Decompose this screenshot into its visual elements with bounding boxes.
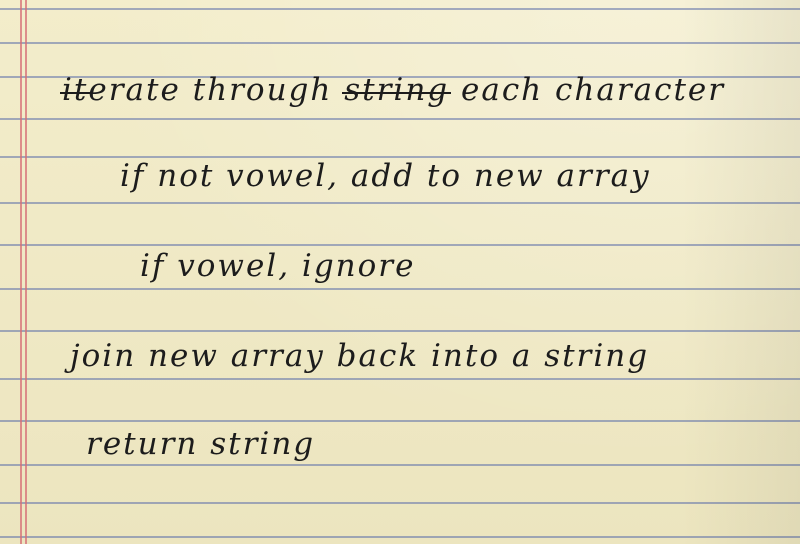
ruled-line — [0, 202, 800, 204]
note-text: each character — [449, 72, 726, 108]
ruled-line — [0, 330, 800, 332]
crossed-out-text: it — [59, 72, 91, 108]
ruled-line — [0, 464, 800, 466]
note-line-2: if not vowel, add to new array — [120, 158, 651, 194]
ruled-line — [0, 244, 800, 246]
note-line-4: join new array back into a string — [70, 338, 650, 374]
ruled-line — [0, 536, 800, 538]
ruled-line — [0, 420, 800, 422]
ruled-line — [0, 8, 800, 10]
ruled-line — [0, 378, 800, 380]
note-line-5: return string — [86, 426, 316, 462]
note-line-3: if vowel, ignore — [140, 248, 416, 284]
notebook-page: iterate through string each character if… — [0, 0, 800, 544]
note-text: erate through — [88, 72, 345, 108]
margin-line — [25, 0, 27, 544]
ruled-line — [0, 42, 800, 44]
ruled-line — [0, 288, 800, 290]
note-line-1: iterate through string each character — [59, 72, 726, 108]
ruled-line — [0, 502, 800, 504]
ruled-line — [0, 118, 800, 120]
crossed-out-text: string — [342, 72, 452, 108]
margin-line — [20, 0, 22, 544]
